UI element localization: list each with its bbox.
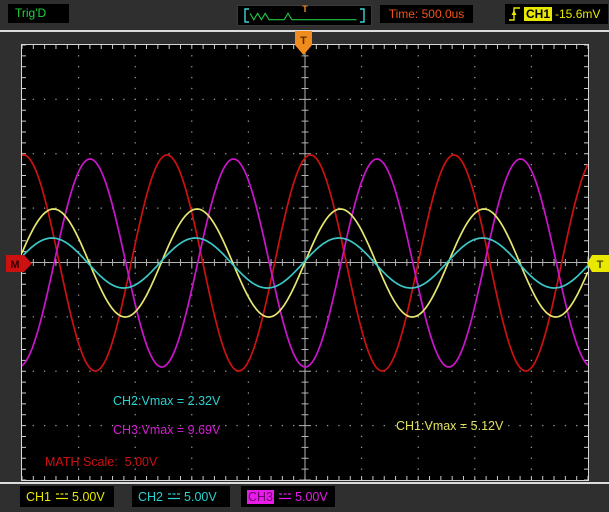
ch3-scale-value: 5.00V: [295, 489, 328, 504]
trigger-level-value: -15.6mV: [555, 7, 601, 21]
trigger-status-badge: Trig'D: [8, 4, 69, 23]
trigger-readout[interactable]: CH1 -15.6mV: [505, 4, 608, 24]
channel-box-ch3[interactable]: CH3 5.00V: [241, 486, 335, 507]
ch3-label: CH3: [247, 489, 275, 504]
ch2-label: CH2: [138, 489, 164, 504]
preview-right-bracket-icon: [360, 8, 365, 23]
ch2-scale-value: 5.00V: [184, 489, 217, 504]
channel-box-ch1[interactable]: CH1 5.00V: [20, 486, 114, 507]
graticule-and-traces: [22, 45, 588, 480]
trigger-position-preview[interactable]: T: [237, 4, 372, 26]
trigger-position-letter: T: [300, 35, 307, 47]
preview-left-bracket-icon: [244, 8, 249, 23]
channel-box-ch2[interactable]: CH2 5.00V: [132, 486, 230, 507]
math-position-marker[interactable]: M: [6, 255, 32, 272]
dc-coupling-icon: [56, 493, 69, 500]
bottom-separator: [0, 482, 609, 484]
measurement-ch3-vmax: CH3:Vmax = 9.69V: [113, 423, 221, 437]
trigger-position-marker-mini[interactable]: T: [298, 4, 312, 14]
dc-coupling-icon: [168, 493, 181, 500]
measurement-ch1-vmax: CH1:Vmax = 5.12V: [396, 419, 504, 433]
ch1-label: CH1: [26, 489, 52, 504]
math-scale-readout: MATH Scale: 5.00V: [45, 455, 158, 469]
measurement-ch2-vmax: CH2:Vmax = 2.32V: [113, 394, 221, 408]
rising-edge-trigger-icon: [509, 7, 520, 21]
waveform-display: CH2:Vmax = 2.32V CH3:Vmax = 9.69V CH1:Vm…: [21, 44, 589, 481]
trigger-level-marker[interactable]: T: [587, 255, 609, 272]
timebase-readout[interactable]: Time: 500.0us: [380, 5, 473, 23]
trigger-level-letter: T: [597, 259, 604, 271]
trigger-position-marker[interactable]: T: [295, 31, 312, 55]
dc-coupling-icon: [279, 493, 292, 500]
trigger-source-badge: CH1: [524, 7, 553, 21]
math-marker-letter: M: [10, 259, 19, 271]
ch1-scale-value: 5.00V: [72, 489, 105, 504]
